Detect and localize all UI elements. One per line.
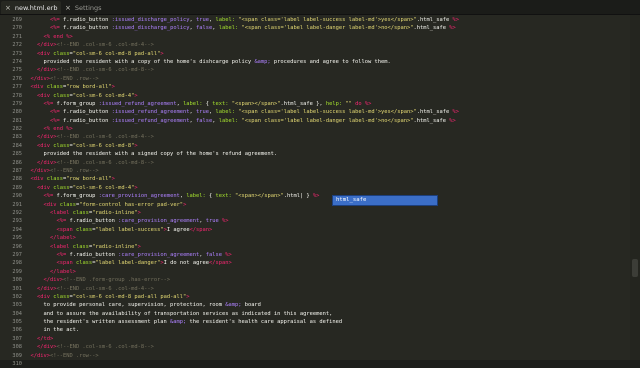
code-line[interactable]: <%= f.radio_button :issued_refund_agreem… xyxy=(24,108,630,116)
line-number: 303 xyxy=(12,302,22,309)
line-number: 293 xyxy=(12,218,22,225)
code-line[interactable]: <% end %> xyxy=(24,125,630,133)
code-line[interactable]: </div><!--END .row--> xyxy=(24,167,630,175)
line-number: 299 xyxy=(12,268,22,275)
code-line[interactable]: provided the resident with a copy of the… xyxy=(24,58,630,66)
line-number: 273 xyxy=(12,50,22,57)
line-number: 309 xyxy=(12,352,22,359)
line-number: 281 xyxy=(12,117,22,124)
scrollbar-thumb[interactable] xyxy=(632,259,638,277)
code-line[interactable]: <div class="col-sm-6 col-md-8 pad-all pa… xyxy=(24,293,630,301)
code-line[interactable]: </label> xyxy=(24,268,630,276)
line-number: 298 xyxy=(12,260,22,267)
line-number: 285 xyxy=(12,151,22,158)
line-number: 289 xyxy=(12,184,22,191)
code-line[interactable]: <% end %> xyxy=(24,33,630,41)
tab-settings[interactable]: × Settings xyxy=(61,1,131,14)
code-line[interactable]: <div class="col-sm-6 col-md-4"> xyxy=(24,184,630,192)
line-number: 294 xyxy=(12,226,22,233)
line-number: 305 xyxy=(12,319,22,326)
line-number: 283 xyxy=(12,134,22,141)
code-line[interactable]: </div><!--END .col-sm-6 .col-md-8--> xyxy=(24,159,630,167)
code-line[interactable]: </div><!--END .col-sm-6 .col-md-8--> xyxy=(24,66,630,74)
line-number: 301 xyxy=(12,285,22,292)
code-line[interactable]: and to assure the availability of transp… xyxy=(24,310,630,318)
code-editor[interactable]: <%= f.radio_button :issued_discharge_pol… xyxy=(24,15,630,360)
code-line[interactable]: </div><!--END .row--> xyxy=(24,352,630,360)
line-number: 290 xyxy=(12,193,22,200)
line-number: 291 xyxy=(12,201,22,208)
code-line[interactable]: </div><!--END .col-sm-6 .col-md-4--> xyxy=(24,133,630,141)
line-number: 308 xyxy=(12,344,22,351)
line-number: 296 xyxy=(12,243,22,250)
code-line[interactable]: provided the resident with a signed copy… xyxy=(24,150,630,158)
code-line[interactable]: the resident's written assessment plan &… xyxy=(24,318,630,326)
line-number: 276 xyxy=(12,75,22,82)
line-number: 286 xyxy=(12,159,22,166)
code-line[interactable]: <%= f.radio_button :issued_discharge_pol… xyxy=(24,16,630,24)
tab-bar: × new.html.erb × Settings xyxy=(0,0,640,15)
line-number: 274 xyxy=(12,58,22,65)
code-line[interactable]: </div><!--END .form-group .has-error--> xyxy=(24,276,630,284)
code-line[interactable]: to provide personal care, supervision, p… xyxy=(24,301,630,309)
code-line[interactable]: <div class="col-sm-6 col-md-4"> xyxy=(24,92,630,100)
code-line[interactable]: <div class="form-control has-error pad-v… xyxy=(24,201,630,209)
line-number: 306 xyxy=(12,327,22,334)
line-number: 280 xyxy=(12,109,22,116)
code-line[interactable]: </td> xyxy=(24,335,630,343)
code-line[interactable]: </div><!--END .row--> xyxy=(24,75,630,83)
line-number: 284 xyxy=(12,142,22,149)
line-number: 277 xyxy=(12,84,22,91)
code-line[interactable]: <span class="label label-success">I agre… xyxy=(24,226,630,234)
line-number: 295 xyxy=(12,235,22,242)
line-number: 278 xyxy=(12,92,22,99)
autocomplete-suggestion[interactable]: html_safe xyxy=(332,195,438,206)
autocomplete-text: html_safe xyxy=(336,197,367,203)
code-line[interactable]: <div class="row bord-all"> xyxy=(24,175,630,183)
code-line[interactable]: <span class="label label-danger">I do no… xyxy=(24,259,630,267)
close-icon[interactable]: × xyxy=(65,4,71,12)
code-line[interactable]: <div class="col-sm-6 col-md-8 pad-all"> xyxy=(24,50,630,58)
code-line[interactable]: <label class="radio-inline"> xyxy=(24,209,630,217)
line-number: 297 xyxy=(12,251,22,258)
code-line[interactable]: <%= f.form_group :care_provision_agreeme… xyxy=(24,192,630,200)
line-number-gutter: 269 270 271 272 273 274 275 276 277 278 279 280 281 2… xyxy=(0,15,24,367)
line-number: 282 xyxy=(12,126,22,133)
line-number: 302 xyxy=(12,293,22,300)
line-number: 304 xyxy=(12,310,22,317)
line-number: 310 xyxy=(12,361,22,368)
code-line[interactable]: <%= f.radio_button :care_provision_agree… xyxy=(24,251,630,259)
code-line[interactable]: <%= f.radio_button :care_provision_agree… xyxy=(24,217,630,225)
code-line[interactable]: <%= f.radio_button :issued_refund_agreem… xyxy=(24,117,630,125)
tab-label: new.html.erb xyxy=(14,3,58,12)
code-line[interactable]: </div><!--END .col-sm-6 .col-md-4--> xyxy=(24,285,630,293)
code-line[interactable]: <label class="radio-inline"> xyxy=(24,243,630,251)
line-number: 271 xyxy=(12,33,22,40)
code-line[interactable]: <div class="col-sm-6 col-md-8"> xyxy=(24,142,630,150)
code-line[interactable]: </div><!--END .col-sm-6 .col-md-8--> xyxy=(24,343,630,351)
line-number: 270 xyxy=(12,25,22,32)
code-line[interactable]: <%= f.radio_button :issued_discharge_pol… xyxy=(24,24,630,32)
line-number: 288 xyxy=(12,176,22,183)
line-number: 307 xyxy=(12,335,22,342)
line-number: 272 xyxy=(12,42,22,49)
code-line[interactable]: <%= f.form_group :issued_refund_agreemen… xyxy=(24,100,630,108)
tab-label: Settings xyxy=(74,3,102,12)
code-line[interactable]: </div><!--END .col-sm-6 .col-md-4--> xyxy=(24,41,630,49)
line-number: 275 xyxy=(12,67,22,74)
line-number: 292 xyxy=(12,209,22,216)
close-icon[interactable]: × xyxy=(5,4,11,12)
code-line[interactable]: </label> xyxy=(24,234,630,242)
line-number: 279 xyxy=(12,100,22,107)
line-number: 269 xyxy=(12,17,22,23)
tab-new-html-erb[interactable]: × new.html.erb xyxy=(1,1,61,14)
code-line[interactable]: <div class="row bord-all"> xyxy=(24,83,630,91)
line-number: 287 xyxy=(12,168,22,175)
vertical-scrollbar[interactable] xyxy=(630,15,640,360)
code-line[interactable]: in the act. xyxy=(24,326,630,334)
line-number: 300 xyxy=(12,277,22,284)
